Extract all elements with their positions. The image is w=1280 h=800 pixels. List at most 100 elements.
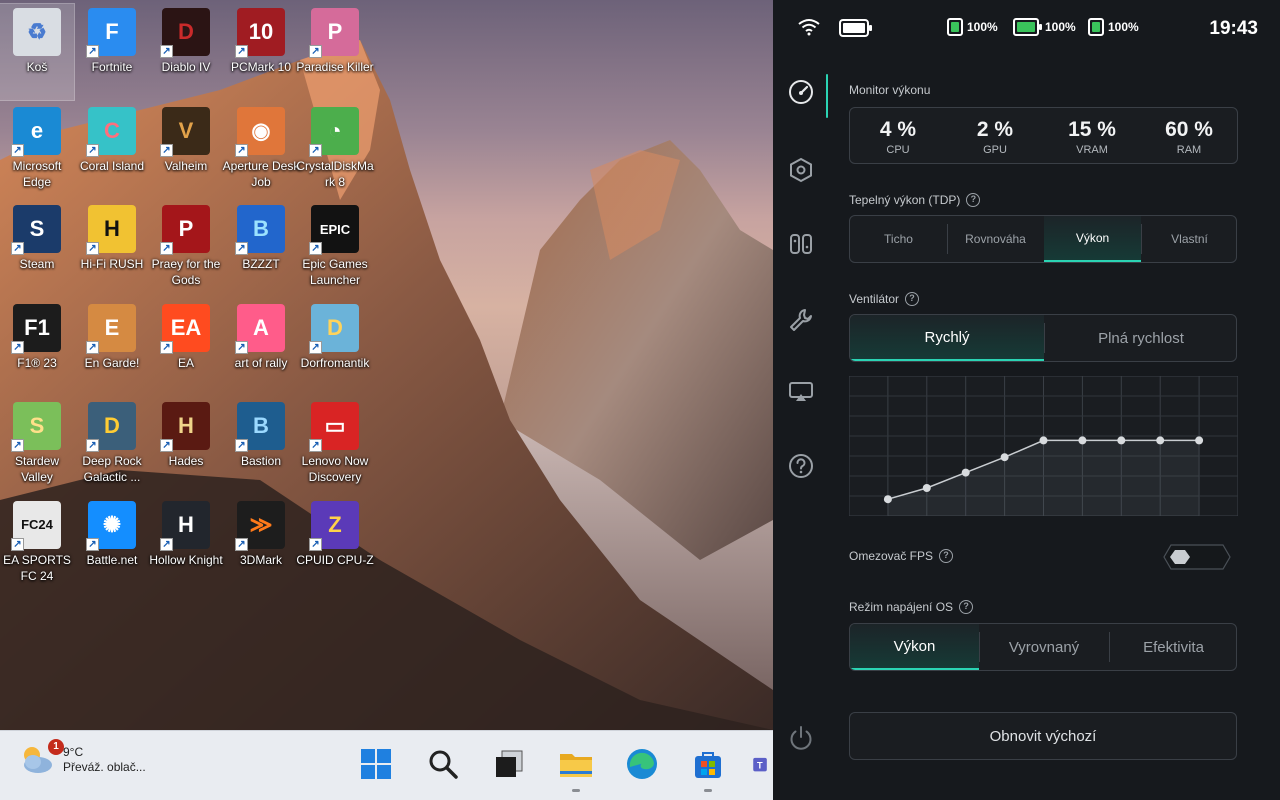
shortcut-arrow-icon: ↗ [160, 242, 173, 255]
shortcut-label: PCMark 10 [230, 60, 292, 74]
tdp-option-balanced[interactable]: Rovnováha [947, 216, 1044, 262]
reset-defaults-button[interactable]: Obnovit výchozí [849, 712, 1237, 760]
nav-performance[interactable] [785, 76, 817, 108]
controller-left-battery: 100% [947, 18, 998, 36]
tdp-option-custom[interactable]: Vlastní [1141, 216, 1236, 262]
desktop-shortcut[interactable]: P ↗ Praey for the Gods [149, 201, 223, 297]
fan-title-text: Ventilátor [849, 292, 900, 306]
nav-tools[interactable] [785, 304, 817, 336]
stat-cpu: 4 % CPU [850, 118, 946, 156]
nav-settings[interactable] [785, 154, 817, 186]
stat-label: RAM [1176, 144, 1202, 156]
desktop-shortcut[interactable]: ♻ Koš [0, 3, 75, 101]
fan-curve-point[interactable] [1078, 436, 1087, 445]
shortcut-label: En Garde! [84, 355, 140, 370]
app-icon-glyph: Z [328, 511, 342, 537]
fan-curve-point[interactable] [883, 495, 892, 504]
fps-limiter-toggle[interactable] [1163, 544, 1231, 570]
help-icon[interactable]: ? [905, 292, 920, 306]
task-view-button[interactable] [491, 746, 527, 782]
os-power-option-balanced[interactable]: Vyrovnaný [979, 624, 1109, 670]
desktop-shortcut[interactable]: EPIC ↗ Epic Games Launcher [298, 201, 372, 297]
app-icon-glyph: ♻ [27, 19, 47, 44]
app-icon: V ↗ [160, 106, 210, 157]
desktop-shortcut[interactable]: H ↗ Hades [149, 398, 223, 494]
fan-title: Ventilátor ? [849, 292, 920, 306]
nav-help[interactable] [785, 450, 817, 482]
desktop-shortcut[interactable]: B ↗ BZZZT [224, 201, 298, 297]
stat-value: 4 % [879, 118, 917, 141]
fan-option-full-speed[interactable]: Plná rychlost [1044, 315, 1236, 361]
app-icon: S ↗ [11, 205, 61, 255]
desktop-shortcut[interactable]: ✺ ↗ Battle.net [75, 497, 149, 593]
stat-label: GPU [983, 144, 1007, 156]
store-button[interactable] [690, 746, 726, 782]
tdp-option-quiet[interactable]: Ticho [850, 216, 947, 262]
app-icon-glyph: EPIC [319, 221, 351, 237]
desktop-shortcut[interactable]: D ↗ Dorfromantik [298, 300, 372, 396]
shortcut-label: Coral Island [79, 158, 145, 173]
fan-curve-point[interactable] [1000, 453, 1009, 462]
shortcut-arrow-icon: ↗ [160, 340, 173, 354]
desktop-shortcut[interactable]: ◔ ↗ CrystalDiskMark 8 [296, 103, 374, 199]
desktop-shortcut[interactable]: H ↗ Hi-Fi RUSH [75, 201, 149, 297]
desktop-shortcut[interactable]: H ↗ Hollow Knight [149, 497, 223, 593]
desktop-shortcut[interactable]: EA ↗ EA [149, 300, 223, 396]
desktop-shortcut[interactable]: Z ↗ CPUID CPU-Z [296, 497, 374, 593]
desktop-shortcut[interactable]: V ↗ Valheim [149, 103, 223, 199]
shortcut-arrow-icon: ↗ [86, 537, 99, 551]
os-power-option-performance[interactable]: Výkon [850, 624, 979, 670]
search-button[interactable] [425, 746, 461, 782]
fan-curve-point[interactable] [922, 484, 931, 492]
help-icon[interactable]: ? [959, 600, 974, 614]
desktop-shortcut[interactable]: E ↗ En Garde! [75, 300, 149, 396]
desktop-shortcut[interactable]: A ↗ art of rally [224, 300, 298, 396]
nav-controllers[interactable] [785, 228, 817, 260]
battery-icon [1088, 18, 1104, 36]
desktop-shortcut[interactable]: 10 ↗ PCMark 10 [224, 4, 298, 100]
desktop-shortcut[interactable]: D ↗ Deep Rock Galactic ... [75, 398, 149, 494]
cloud-sun-icon: 1 [18, 739, 64, 779]
fan-curve-point[interactable] [1195, 436, 1204, 445]
desktop-shortcut[interactable]: D ↗ Diablo IV [149, 4, 223, 100]
app-icon-glyph: D [104, 413, 120, 438]
teams-button[interactable]: T [752, 746, 773, 782]
app-icon-glyph: FC24 [21, 517, 53, 532]
app-icon-glyph: H [178, 511, 194, 537]
desktop-shortcut[interactable]: FC24 ↗ EA SPORTS FC 24 [0, 497, 74, 593]
fan-curve-point[interactable] [961, 468, 970, 477]
desktop-shortcut[interactable]: ≫ ↗ 3DMark [224, 497, 298, 593]
desktop-shortcut[interactable]: F ↗ Fortnite [75, 4, 149, 100]
desktop-shortcut[interactable]: B ↗ Bastion [224, 398, 298, 494]
shortcut-label: 3DMark [239, 552, 282, 567]
desktop-shortcut[interactable]: P ↗ Paradise Killer [296, 4, 374, 100]
nav-display[interactable] [785, 376, 817, 408]
desktop-shortcut[interactable]: S ↗ Steam [0, 201, 74, 297]
desktop-shortcut[interactable]: ▭ ↗ Lenovo Now Discovery [298, 398, 372, 494]
os-power-option-efficiency[interactable]: Efektivita [1109, 624, 1236, 670]
fan-option-fast[interactable]: Rychlý [850, 315, 1044, 361]
edge-button[interactable] [624, 746, 660, 782]
file-explorer-button[interactable] [558, 746, 594, 782]
tdp-option-performance[interactable]: Výkon [1044, 216, 1141, 262]
start-button[interactable] [358, 746, 394, 782]
app-icon: C ↗ [86, 106, 136, 157]
nav-power[interactable] [785, 722, 817, 754]
shortcut-arrow-icon: ↗ [11, 340, 24, 354]
shortcut-label: Praey for the Gods [151, 257, 221, 287]
fan-curve-point[interactable] [1039, 436, 1048, 445]
shortcut-label: Hollow Knight [149, 552, 223, 567]
battery-left-percent: 100% [967, 20, 998, 34]
desktop-shortcut[interactable]: C ↗ Coral Island [75, 103, 149, 199]
help-icon[interactable]: ? [966, 193, 981, 207]
fan-curve-point[interactable] [1117, 436, 1126, 445]
weather-widget[interactable]: 1 9°C Převáž. oblač... [18, 739, 146, 779]
desktop-shortcut[interactable]: e ↗ Microsoft Edge [0, 103, 74, 199]
help-icon[interactable]: ? [939, 549, 954, 563]
desktop-shortcut[interactable]: ◉ ↗ Aperture Desk Job [223, 103, 299, 199]
fan-curve-graph[interactable] [849, 376, 1238, 516]
fan-segmented: Rychlý Plná rychlost [849, 314, 1237, 362]
desktop-shortcut[interactable]: S ↗ Stardew Valley [0, 398, 74, 494]
desktop-shortcut[interactable]: F1 ↗ F1® 23 [0, 300, 74, 396]
fan-curve-point[interactable] [1156, 436, 1165, 445]
